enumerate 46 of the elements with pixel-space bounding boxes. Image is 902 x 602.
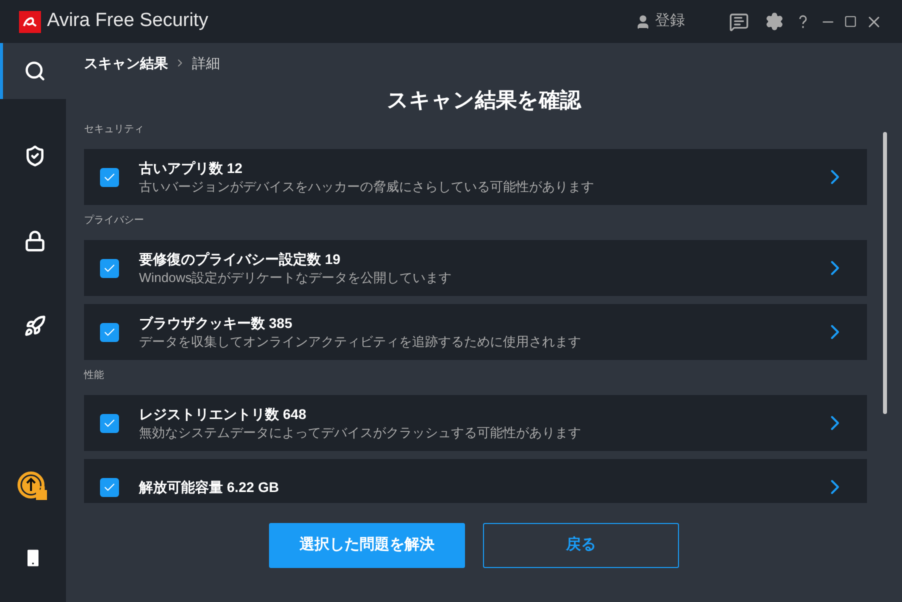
sidebar-item[interactable] bbox=[0, 43, 66, 99]
checkbox[interactable] bbox=[100, 414, 119, 432]
breadcrumb-item[interactable]: スキャン結果 bbox=[84, 52, 168, 74]
page-heading: スキャン結果を確認 bbox=[386, 88, 582, 114]
user-icon bbox=[635, 14, 651, 30]
section-label: 性能 bbox=[84, 368, 105, 383]
scrollbar[interactable] bbox=[883, 132, 887, 414]
check-icon bbox=[103, 262, 116, 274]
app-title: Avira Free Security bbox=[47, 9, 208, 34]
result-card[interactable]: ブラウザクッキー数 385 データを収集してオンラインアクティビティを追跡するために使用されます bbox=[84, 304, 867, 360]
item-description: 古いバージョンがデバイスをハッカーの脅威にさらしている可能性があります bbox=[139, 178, 595, 196]
rocket-icon bbox=[24, 315, 46, 337]
check-icon bbox=[103, 480, 116, 494]
item-title: レジストリエントリ数 648 bbox=[139, 404, 308, 424]
section-label: セキュリティ bbox=[84, 123, 145, 137]
checkbox[interactable] bbox=[100, 258, 119, 278]
check-icon bbox=[103, 170, 116, 184]
maximize-icon[interactable] bbox=[844, 15, 857, 28]
settings-icon[interactable] bbox=[765, 12, 784, 31]
search-icon bbox=[24, 60, 46, 82]
account-button[interactable]: 登録 bbox=[635, 10, 685, 33]
checkbox[interactable] bbox=[100, 478, 119, 496]
upgrade-icon bbox=[17, 471, 49, 501]
shield-icon bbox=[24, 145, 46, 167]
breadcrumb-item: 詳細 bbox=[192, 54, 220, 72]
feedback-icon[interactable] bbox=[729, 12, 749, 32]
checkbox[interactable] bbox=[100, 168, 119, 186]
item-description: データを収集してオンラインアクティビティを追跡するために使用されます bbox=[139, 332, 582, 350]
item-title: 解放可能容量 6.22 GB bbox=[139, 478, 280, 496]
item-description: Windows設定がデリケートなデータを公開しています bbox=[139, 268, 453, 286]
item-title: 古いアプリ数 12 bbox=[139, 158, 244, 178]
back-button[interactable]: 戻る bbox=[483, 523, 679, 568]
section-label: プライバシー bbox=[84, 214, 145, 228]
result-card[interactable]: 要修復のプライバシー設定数 19 Windows設定がデリケートなデータを公開しています bbox=[84, 240, 867, 296]
logo-icon bbox=[19, 10, 41, 32]
help-icon[interactable] bbox=[798, 14, 808, 28]
check-icon bbox=[103, 416, 116, 430]
result-card[interactable]: レジストリエントリ数 648 無効なシステムデータによってデバイスがクラッシュする可能性があります bbox=[84, 395, 867, 451]
item-title: ブラウザクッキー数 385 bbox=[139, 314, 294, 332]
result-card[interactable]: 古いアプリ数 12 古いバージョンがデバイスをハッカーの脅威にさらしている可能性があります bbox=[84, 149, 867, 205]
lock-icon bbox=[24, 230, 46, 252]
checkbox[interactable] bbox=[100, 322, 119, 342]
item-description: 無効なシステムデータによってデバイスがクラッシュする可能性があります bbox=[139, 424, 582, 442]
check-icon bbox=[103, 326, 116, 338]
item-title: 要修復のプライバシー設定数 19 bbox=[139, 250, 342, 268]
result-card[interactable]: 解放可能容量 6.22 GB bbox=[84, 459, 867, 503]
